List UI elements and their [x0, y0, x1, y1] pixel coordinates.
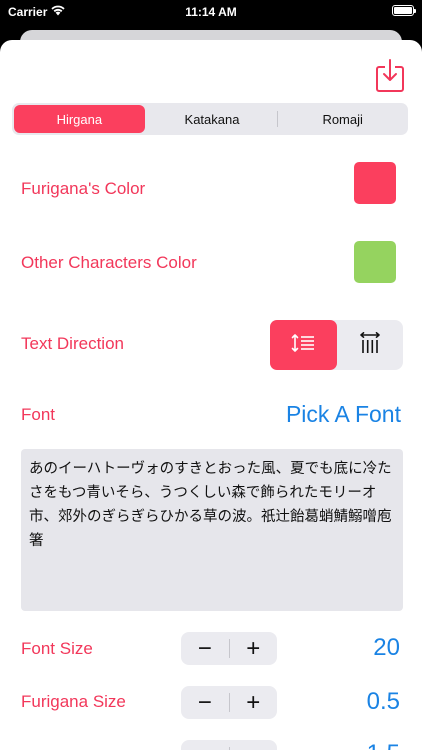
share-download-icon[interactable]: [375, 57, 405, 93]
line-spacing-decrement-button[interactable]: −: [181, 740, 229, 750]
text-direction-label: Text Direction: [21, 334, 124, 353]
segment-katakana[interactable]: Katakana: [147, 103, 278, 135]
furigana-size-stepper: − +: [181, 686, 277, 719]
furigana-size-value: 0.5: [366, 688, 400, 715]
font-label: Font: [21, 405, 56, 424]
pick-font-button[interactable]: Pick A Font: [286, 401, 401, 428]
vertical-direction-button[interactable]: [337, 320, 404, 370]
line-spacing-value: 1.5: [367, 740, 400, 750]
font-size-label: Font Size: [21, 639, 93, 658]
font-size-decrement-button[interactable]: −: [181, 632, 229, 665]
battery-icon: [392, 5, 416, 16]
line-spacing-increment-button[interactable]: +: [230, 740, 278, 750]
font-size-value: 20: [373, 634, 400, 661]
other-color-label: Other Characters Color: [21, 253, 197, 272]
sample-text-area[interactable]: あのイーハトーヴォのすきとおった風、夏でも底に冷たさをもつ青いそら、うつくしい森…: [21, 449, 403, 611]
line-spacing-stepper: − +: [181, 740, 277, 750]
furigana-size-increment-button[interactable]: +: [230, 686, 278, 719]
segment-romaji[interactable]: Romaji: [277, 103, 408, 135]
clock: 11:14 AM: [185, 5, 237, 19]
furigana-color-label: Furigana's Color: [21, 179, 146, 198]
furigana-size-label: Furigana Size: [21, 692, 126, 711]
furigana-color-swatch[interactable]: [354, 162, 396, 204]
status-bar: Carrier 11:14 AM: [0, 0, 422, 26]
vertical-text-icon: [359, 331, 381, 359]
furigana-size-decrement-button[interactable]: −: [181, 686, 229, 719]
horizontal-text-icon: [291, 333, 315, 358]
segment-katakana-label: Katakana: [184, 111, 240, 127]
other-color-swatch[interactable]: [354, 241, 396, 283]
segment-hiragana[interactable]: Hirgana: [14, 105, 145, 133]
font-size-stepper: − +: [181, 632, 277, 665]
font-size-increment-button[interactable]: +: [230, 632, 278, 665]
segment-romaji-label: Romaji: [322, 111, 363, 127]
segment-divider: [277, 111, 279, 127]
text-direction-control: [270, 320, 403, 370]
horizontal-direction-button[interactable]: [270, 320, 337, 370]
script-segmented-control: Hirgana Katakana Romaji: [12, 103, 408, 135]
